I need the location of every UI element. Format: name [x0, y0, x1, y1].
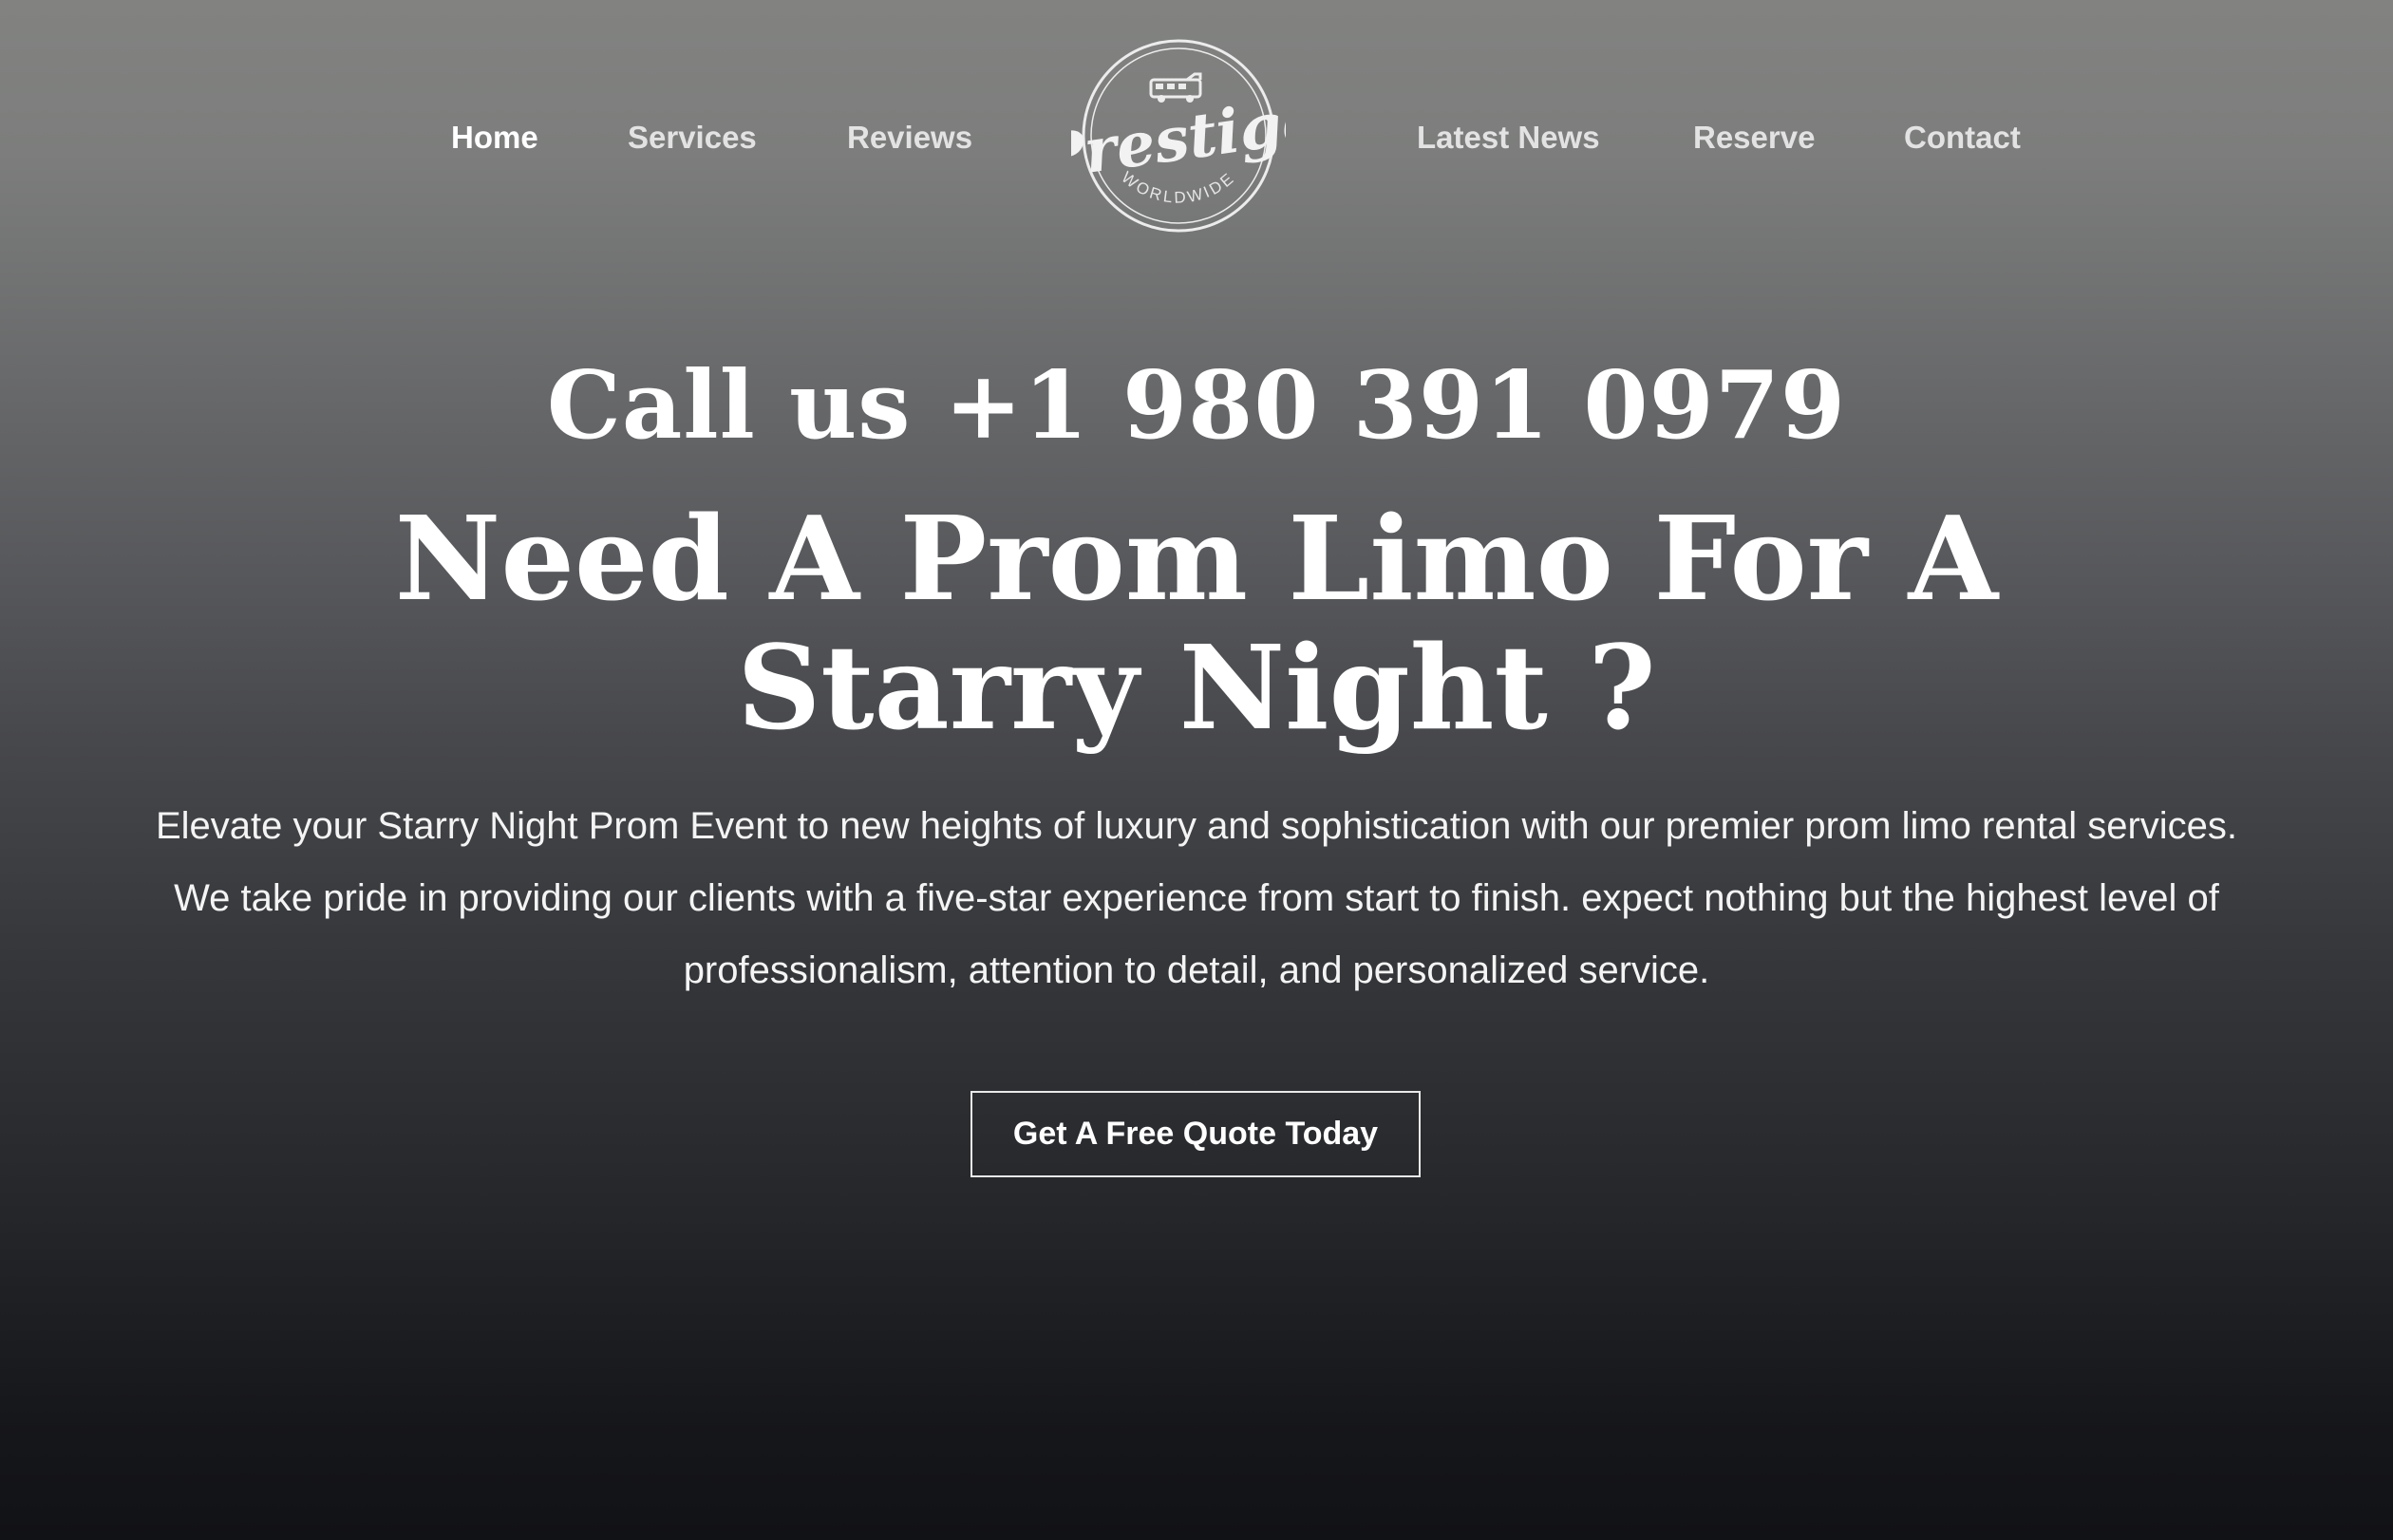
call-us-phone[interactable]: Call us +1 980 391 0979: [0, 349, 2393, 463]
prestige-logo[interactable]: Prestige WORLDWIDE: [1032, 36, 1325, 235]
hero-headline: Need A Prom Limo For A Starry Night ?: [0, 494, 2393, 752]
logo-emblem: Prestige WORLDWIDE: [1032, 39, 1325, 233]
nav-link-home[interactable]: Home: [451, 114, 538, 161]
limo-bus-icon: [1149, 72, 1202, 103]
nav-link-contact[interactable]: Contact: [1904, 114, 2021, 161]
nav-link-services[interactable]: Services: [628, 114, 757, 161]
logo-wordmark: Prestige: [1071, 85, 1286, 195]
site-header: Home Services Reviews Prestige WORLDWIDE: [0, 0, 2393, 275]
hero-headline-line-1: Need A Prom Limo For A: [394, 490, 1999, 627]
hero-description: Elevate your Starry Night Prom Event to …: [155, 805, 2238, 991]
hero-headline-line-2: Starry Night ?: [737, 619, 1656, 756]
nav-link-latest-news[interactable]: Latest News: [1417, 114, 1600, 161]
get-free-quote-button[interactable]: Get A Free Quote Today: [970, 1091, 1421, 1177]
nav-link-reserve[interactable]: Reserve: [1693, 114, 1815, 161]
nav-link-reviews[interactable]: Reviews: [847, 114, 972, 161]
